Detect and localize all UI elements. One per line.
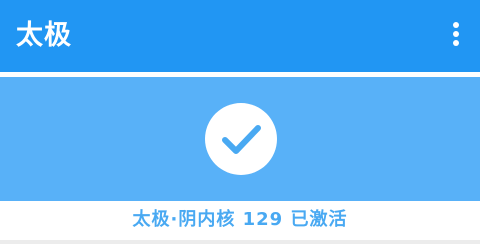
status-check-badge	[205, 103, 277, 175]
status-card[interactable]	[0, 77, 480, 201]
app-root: 太极 太极·阴内核 129 已激活	[0, 0, 480, 244]
overflow-menu-button[interactable]	[444, 16, 468, 56]
more-vert-icon	[444, 16, 468, 56]
activation-status-text: 太极·阴内核 129 已激活	[132, 209, 348, 230]
app-bar: 太极	[0, 0, 480, 72]
app-title: 太极	[16, 20, 72, 51]
bottom-divider	[0, 240, 480, 244]
